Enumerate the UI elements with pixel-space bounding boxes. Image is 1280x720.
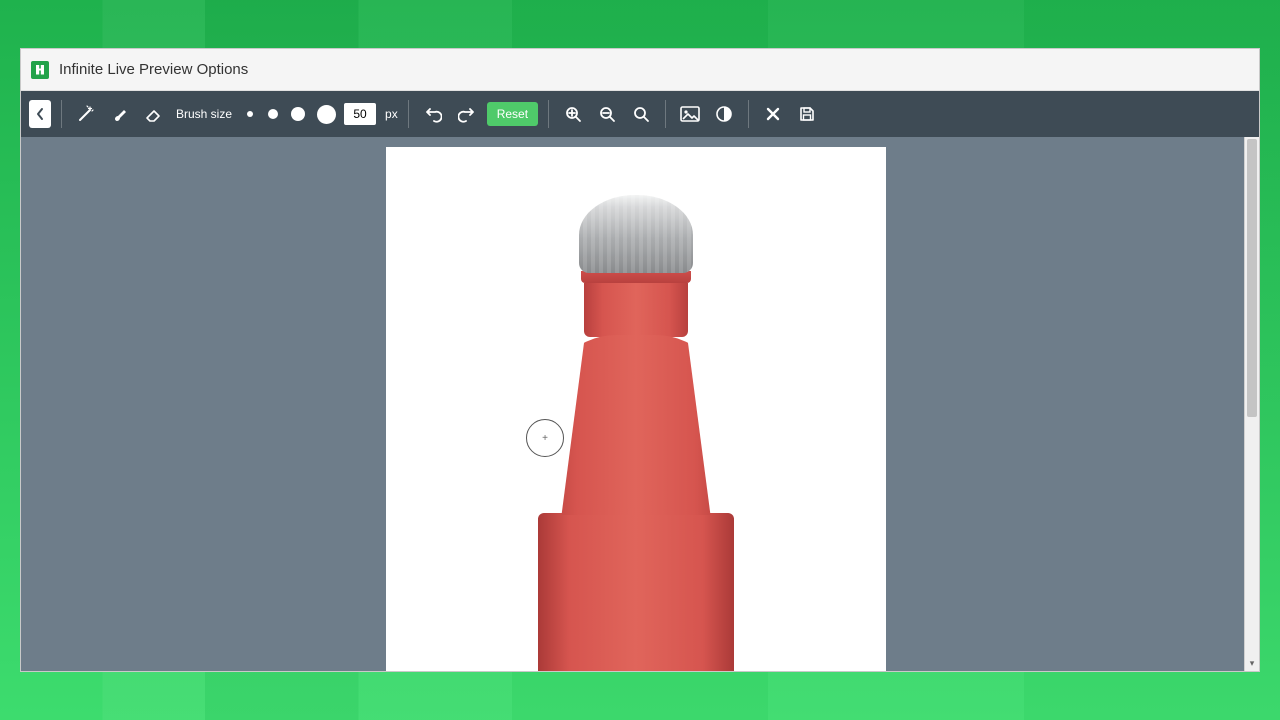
brush-size-unit: px bbox=[385, 107, 398, 121]
window-title: Infinite Live Preview Options bbox=[59, 61, 248, 78]
titlebar: Infinite Live Preview Options bbox=[21, 49, 1259, 91]
divider bbox=[61, 100, 62, 128]
brush-size-md[interactable] bbox=[288, 100, 308, 128]
brush-size-input[interactable] bbox=[344, 103, 376, 125]
magic-wand-tool-icon[interactable] bbox=[72, 100, 100, 128]
divider bbox=[408, 100, 409, 128]
brush-cursor-icon bbox=[526, 419, 564, 457]
save-button[interactable] bbox=[793, 100, 821, 128]
divider bbox=[748, 100, 749, 128]
eraser-tool-icon[interactable] bbox=[140, 100, 168, 128]
canvas[interactable] bbox=[386, 147, 886, 671]
app-window: Infinite Live Preview Options Brush size… bbox=[20, 48, 1260, 672]
vertical-scrollbar[interactable]: ▾ bbox=[1244, 137, 1259, 671]
redo-button[interactable] bbox=[453, 100, 481, 128]
scroll-down-icon[interactable]: ▾ bbox=[1245, 656, 1259, 671]
divider bbox=[548, 100, 549, 128]
back-button[interactable] bbox=[29, 100, 51, 128]
product-image bbox=[538, 195, 734, 671]
close-button[interactable] bbox=[759, 100, 787, 128]
reset-button[interactable]: Reset bbox=[487, 102, 538, 126]
contrast-mode-icon[interactable] bbox=[710, 100, 738, 128]
toolbar: Brush size px Reset bbox=[21, 91, 1259, 137]
brush-tool-icon[interactable] bbox=[106, 100, 134, 128]
brush-size-xs[interactable] bbox=[242, 100, 258, 128]
undo-button[interactable] bbox=[419, 100, 447, 128]
scrollbar-thumb[interactable] bbox=[1247, 139, 1257, 417]
zoom-in-button[interactable] bbox=[559, 100, 587, 128]
brush-size-label: Brush size bbox=[176, 107, 232, 121]
zoom-fit-button[interactable] bbox=[627, 100, 655, 128]
app-icon bbox=[31, 61, 49, 79]
divider bbox=[665, 100, 666, 128]
image-mode-icon[interactable] bbox=[676, 100, 704, 128]
brush-size-sm[interactable] bbox=[264, 100, 282, 128]
brush-size-lg[interactable] bbox=[314, 100, 338, 128]
zoom-out-button[interactable] bbox=[593, 100, 621, 128]
canvas-area[interactable]: ▾ bbox=[21, 137, 1259, 671]
